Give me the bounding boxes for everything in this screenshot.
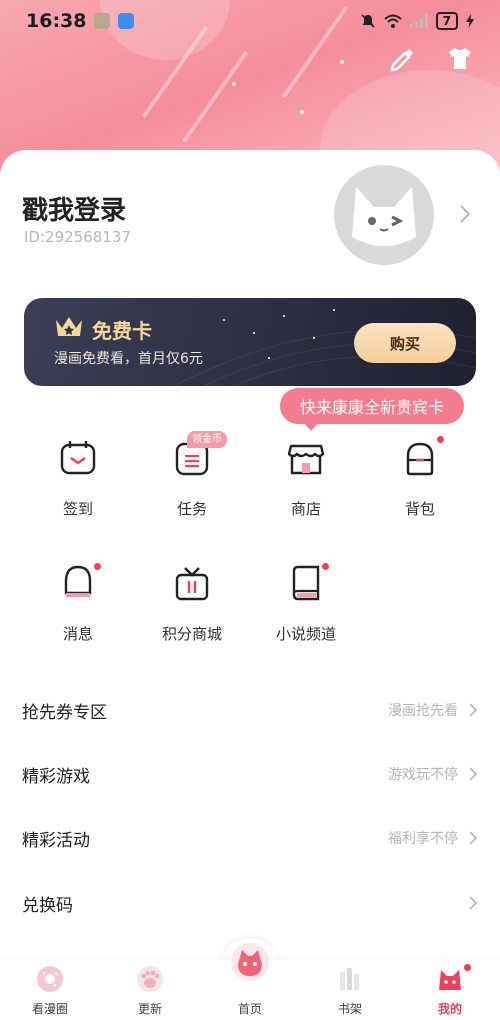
backpack-icon xyxy=(406,442,434,476)
chevron-right-icon xyxy=(469,703,478,717)
grid-item-tasks[interactable]: 任务 xyxy=(142,438,242,538)
battery-indicator: 7 xyxy=(435,12,458,30)
vip-card-subtitle: 漫画免费看，首月仅6元 xyxy=(54,351,203,367)
header-actions xyxy=(386,42,476,74)
grid-label: 签到 xyxy=(62,500,93,518)
menu-row-games[interactable]: 精彩游戏 游戏玩不停 xyxy=(0,749,500,799)
bottom-tab-bar: 看漫圈 更新 首页 书架 我的 xyxy=(0,943,500,1020)
vip-promo-tooltip[interactable]: 快来康康全新贵宾卡 xyxy=(280,388,464,431)
menu-title: 精彩活动 xyxy=(22,830,90,851)
tab-home[interactable]: 首页 xyxy=(210,943,290,1020)
grid-label: 小说频道 xyxy=(275,625,336,643)
cat-profile-icon xyxy=(439,970,461,990)
bunny-avatar-icon xyxy=(352,187,416,246)
menu-row-redeem-code[interactable]: 兑换码 xyxy=(0,878,500,928)
menu-title: 抢先券专区 xyxy=(22,702,107,723)
bell-icon xyxy=(64,565,92,597)
grid-item-novel-channel[interactable]: 小说频道 xyxy=(256,563,356,663)
backpack-notification-dot xyxy=(437,436,444,443)
chevron-right-icon xyxy=(469,831,478,845)
tab-me[interactable]: 我的 xyxy=(410,960,490,1020)
menu-row-priority-coupons[interactable]: 抢先券专区 漫画抢先看 xyxy=(0,685,500,735)
messages-notification-dot xyxy=(94,563,101,570)
grid-item-store[interactable]: 商店 xyxy=(256,438,356,538)
paw-icon xyxy=(137,966,163,992)
chevron-right-icon xyxy=(469,896,478,910)
tab-updates[interactable]: 更新 xyxy=(110,960,190,1020)
avatar[interactable] xyxy=(334,165,434,265)
store-icon xyxy=(287,444,325,475)
status-time: 16:38 xyxy=(26,10,87,32)
menu-title: 精彩游戏 xyxy=(22,766,90,787)
notification-app-icon xyxy=(94,13,111,29)
edit-button[interactable] xyxy=(386,42,418,74)
menu-hint: 游戏玩不停 xyxy=(388,767,458,783)
gift-icon xyxy=(175,567,209,601)
tab-label: 我的 xyxy=(437,1002,462,1016)
home-cat-icon xyxy=(231,943,269,981)
dress-up-button[interactable] xyxy=(444,42,476,74)
chevron-right-icon[interactable] xyxy=(458,203,472,225)
crown-icon xyxy=(56,317,82,336)
vip-card-title: 免费卡 xyxy=(92,319,152,343)
signal-icon xyxy=(409,14,428,28)
tab-community[interactable]: 看漫圈 xyxy=(10,960,90,1020)
user-id: ID:292568137 xyxy=(24,228,131,246)
chevron-right-icon xyxy=(469,767,478,781)
me-notification-dot xyxy=(464,964,471,971)
grid-item-backpack[interactable]: 背包 xyxy=(370,438,470,538)
menu-title: 兑换码 xyxy=(22,895,73,916)
menu-row-events[interactable]: 精彩活动 福利享不停 xyxy=(0,813,500,863)
mute-bell-icon xyxy=(361,14,375,28)
tab-label: 看漫圈 xyxy=(31,1002,68,1016)
grid-item-sign-in[interactable]: 签到 xyxy=(28,438,128,538)
grid-label: 消息 xyxy=(62,625,93,643)
grid-label: 背包 xyxy=(404,500,435,518)
tab-label: 书架 xyxy=(337,1002,362,1016)
tab-bookshelf[interactable]: 书架 xyxy=(310,960,390,1020)
wifi-icon xyxy=(383,14,402,28)
donut-icon xyxy=(37,966,63,992)
buy-button[interactable]: 购买 xyxy=(354,323,456,363)
grid-label: 任务 xyxy=(176,500,207,518)
login-prompt[interactable]: 戳我登录 xyxy=(22,190,126,227)
novel-notification-dot xyxy=(322,563,329,570)
charging-icon xyxy=(466,14,474,28)
cloud-app-icon xyxy=(118,13,135,29)
tab-label: 更新 xyxy=(137,1002,162,1016)
grid-item-messages[interactable]: 消息 xyxy=(28,563,128,663)
bookshelf-icon xyxy=(340,968,359,990)
tshirt-icon xyxy=(449,48,471,69)
calendar-check-icon xyxy=(60,441,96,475)
menu-hint: 漫画抢先看 xyxy=(388,703,458,719)
grid-label: 商店 xyxy=(290,500,321,518)
pencil-icon xyxy=(390,49,413,72)
tab-label: 首页 xyxy=(237,1002,262,1016)
earn-coins-badge: 领金币 xyxy=(187,431,227,448)
grid-label: 积分商城 xyxy=(161,625,222,643)
grid-item-points-mall[interactable]: 积分商城 xyxy=(142,563,242,663)
status-bar: 16:38 7 xyxy=(0,0,500,42)
book-icon xyxy=(292,565,320,601)
menu-hint: 福利享不停 xyxy=(388,831,458,847)
